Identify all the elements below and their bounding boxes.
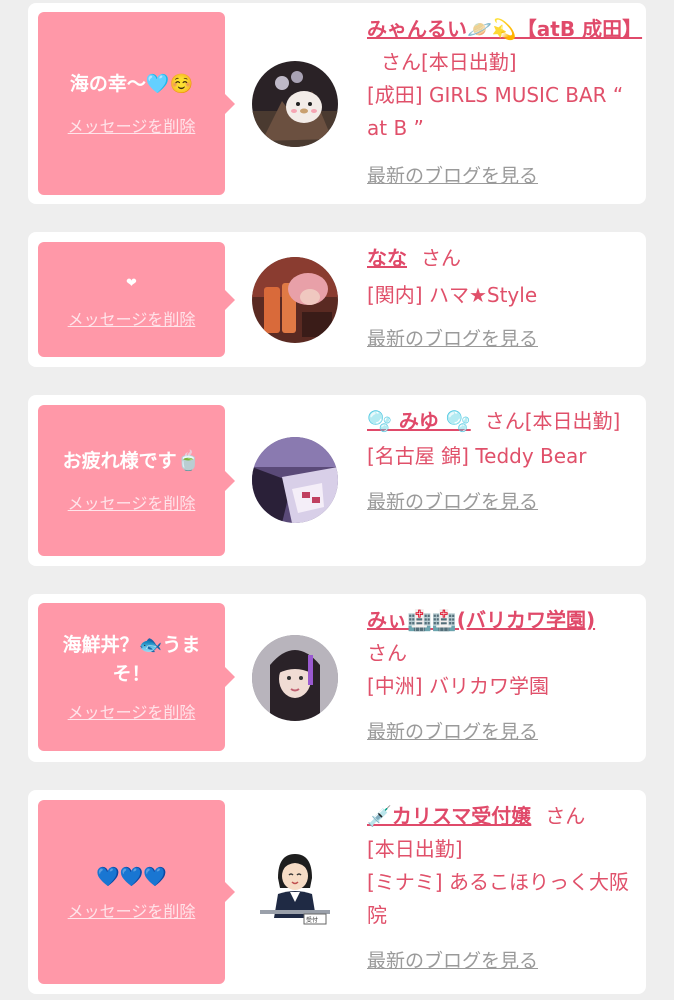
- shop-text: [名古屋 錦] Teddy Bear: [367, 444, 587, 468]
- honorific: さん: [381, 50, 421, 74]
- message-card: 海の幸〜🩵☺️ メッセージを削除 みゃんるい🪐💫【atB 成田】さん[本日出勤]…: [28, 3, 646, 204]
- message-card: お疲れ様です🍵 メッセージを削除 🫧 みゆ 🫧 さん[本日出勤] [名古屋 錦] …: [28, 395, 646, 566]
- latest-blog-link[interactable]: 最新のブログを見る: [367, 716, 538, 749]
- message-text: 海鮮丼？🐟うまそ！: [62, 634, 201, 685]
- message-text: 💙💙💙: [96, 865, 167, 888]
- status-text: [本日出勤]: [367, 837, 463, 861]
- message-text: お疲れ様です🍵: [62, 450, 201, 472]
- status-text: [本日出勤]: [524, 409, 621, 433]
- delete-message-link[interactable]: メッセージを削除: [68, 490, 196, 514]
- status-text: [本日出勤]: [421, 50, 517, 74]
- avatar[interactable]: [252, 635, 338, 721]
- delete-message-link[interactable]: メッセージを削除: [68, 113, 196, 137]
- shop-text: [中洲] バリカワ学園: [367, 674, 549, 698]
- honorific: さん: [545, 804, 586, 828]
- latest-blog-link[interactable]: 最新のブログを見る: [367, 160, 538, 193]
- message-bubble: 海の幸〜🩵☺️ メッセージを削除: [38, 12, 235, 195]
- sender-info: 💉カリスマ受付嬢 さん [本日出勤] [ミナミ] あるこほりっく大阪院 最新のブロ…: [367, 800, 635, 978]
- avatar-photo: [252, 61, 338, 147]
- honorific: さん: [484, 409, 525, 433]
- delete-message-link[interactable]: メッセージを削除: [68, 699, 196, 723]
- sender-name-link[interactable]: みゃんるい🪐💫【atB 成田】: [367, 17, 642, 41]
- sender-info: 🫧 みゆ 🫧 さん[本日出勤] [名古屋 錦] Teddy Bear 最新のブログ…: [367, 405, 635, 519]
- delete-message-link[interactable]: メッセージを削除: [68, 306, 196, 330]
- shop-text: [ミナミ] あるこほりっく大阪院: [367, 870, 629, 927]
- avatar-photo: [252, 437, 338, 523]
- message-text: ❤: [126, 276, 137, 291]
- message-bubble: お疲れ様です🍵 メッセージを削除: [38, 405, 235, 556]
- avatar[interactable]: 受付: [252, 848, 338, 934]
- sender-name-link[interactable]: 💉カリスマ受付嬢: [367, 804, 531, 828]
- sender-info: なな さん [関内] ハマ★Style 最新のブログを見る: [367, 242, 635, 356]
- honorific: さん: [421, 246, 461, 270]
- shop-text: [成田] GIRLS MUSIC BAR “ at B ”: [367, 83, 624, 140]
- latest-blog-link[interactable]: 最新のブログを見る: [367, 945, 538, 978]
- svg-text:受付: 受付: [306, 916, 318, 924]
- message-text: 海の幸〜🩵☺️: [69, 73, 194, 95]
- sender-name-link[interactable]: 🫧 みゆ 🫧: [367, 409, 471, 433]
- avatar[interactable]: [252, 61, 338, 147]
- shop-text: [関内] ハマ★Style: [367, 283, 538, 307]
- avatar[interactable]: [252, 257, 338, 343]
- message-card: ❤ メッセージを削除 なな さん [関内] ハマ★Style 最新のブログを見る: [28, 232, 646, 367]
- message-bubble: 海鮮丼？🐟うまそ！ メッセージを削除: [38, 603, 235, 751]
- message-card: 海鮮丼？🐟うまそ！ メッセージを削除 みぃ🏥🏥(バリカワ学園) さん [中洲] バ…: [28, 594, 646, 762]
- message-bubble: 💙💙💙 メッセージを削除: [38, 800, 235, 984]
- avatar[interactable]: [252, 437, 338, 523]
- sender-name-link[interactable]: なな: [367, 246, 407, 270]
- sender-info: みゃんるい🪐💫【atB 成田】さん[本日出勤] [成田] GIRLS MUSIC…: [367, 13, 642, 193]
- message-bubble: ❤ メッセージを削除: [38, 242, 235, 357]
- receptionist-illustration: 受付: [252, 848, 338, 934]
- message-card: 💙💙💙 メッセージを削除 受付 💉カリスマ受付嬢 さん [本日出勤] [ミナミ] …: [28, 790, 646, 994]
- avatar-photo: [252, 635, 338, 721]
- sender-name-link[interactable]: みぃ🏥🏥(バリカワ学園): [367, 608, 595, 632]
- latest-blog-link[interactable]: 最新のブログを見る: [367, 486, 538, 519]
- sender-info: みぃ🏥🏥(バリカワ学園) さん [中洲] バリカワ学園 最新のブログを見る: [367, 604, 635, 749]
- honorific: さん: [367, 641, 407, 665]
- delete-message-link[interactable]: メッセージを削除: [68, 898, 196, 922]
- latest-blog-link[interactable]: 最新のブログを見る: [367, 323, 538, 356]
- avatar-photo: [252, 257, 338, 343]
